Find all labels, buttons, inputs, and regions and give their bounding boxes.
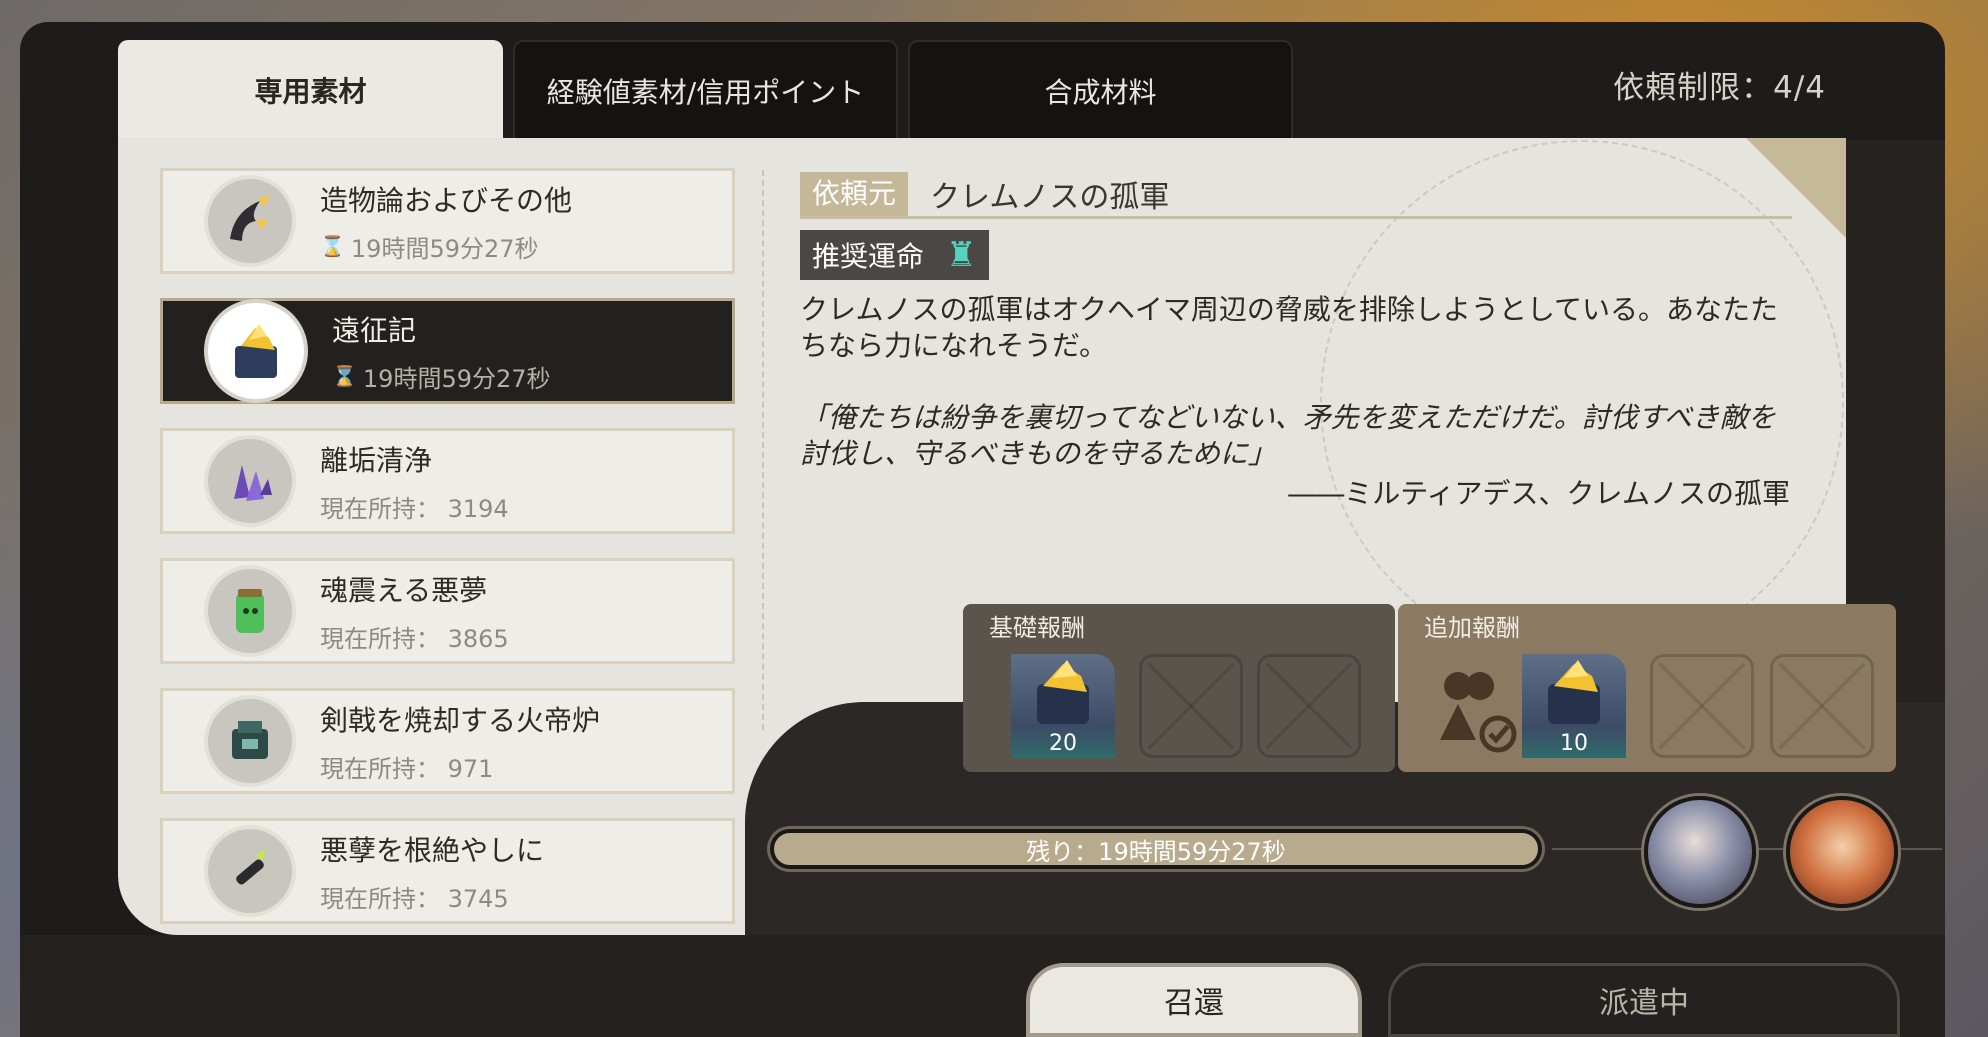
item-owned-count: 現在所持： 971	[320, 754, 494, 783]
recommended-path-badge: 推奨運命 ♜	[800, 230, 989, 280]
category-tabs: 専用素材 経験値素材/信用ポイント 合成材料	[118, 40, 1293, 140]
tab-exclusive-materials[interactable]: 専用素材	[118, 40, 503, 140]
item-name: 離垢清浄	[320, 443, 433, 477]
gold-ore-crate-icon	[1037, 660, 1089, 724]
recommended-path-label: 推奨運命	[812, 240, 925, 273]
base-reward-title: 基礎報酬	[989, 614, 1085, 642]
recall-button[interactable]: 召還	[1026, 963, 1362, 1037]
item-name: 剣戟を焼却する火帝炉	[320, 703, 601, 737]
extra-reward-title: 追加報酬	[1424, 614, 1520, 642]
assignment-list: 造物論およびその他 ⌛ 19時間59分27秒 遠征記 ⌛ 19時間59分27秒 離垢…	[160, 168, 735, 948]
empty-reward-slot	[1257, 654, 1361, 758]
list-item-assignment[interactable]: 悪孽を根絶やしに 現在所持： 3745	[160, 818, 735, 924]
silver-haired-character-avatar[interactable]	[1644, 796, 1756, 908]
purple-crystal-icon	[208, 439, 292, 523]
tab-exp-materials-credits[interactable]: 経験値素材/信用ポイント	[513, 40, 898, 140]
gold-ore-crate-icon	[208, 303, 304, 399]
friends-check-icon	[1420, 656, 1524, 760]
item-owned-count: 現在所持： 3194	[320, 494, 509, 523]
tab-synthesis-materials[interactable]: 合成材料	[908, 40, 1293, 140]
item-name: 悪孽を根絶やしに	[320, 833, 545, 867]
reward-item-slot[interactable]: 20	[1011, 654, 1115, 758]
remaining-time-bar: 残り：19時間59分27秒	[770, 829, 1542, 869]
teal-furnace-icon	[208, 699, 292, 783]
dispatching-button[interactable]: 派遣中	[1388, 963, 1900, 1037]
extra-reward-panel: 追加報酬 10	[1398, 604, 1896, 772]
list-item-assignment[interactable]: 魂震える悪夢 現在所持： 3865	[160, 558, 735, 664]
quote-author: ――ミルティアデス、クレムノスの孤軍	[1288, 477, 1790, 510]
green-canister-icon	[208, 569, 292, 653]
reward-count: 20	[1049, 731, 1077, 756]
item-name: 造物論およびその他	[320, 183, 573, 217]
empty-reward-slot	[1770, 654, 1874, 758]
item-time-remaining: ⌛ 19時間59分27秒	[332, 364, 551, 393]
item-name: 魂震える悪夢	[320, 573, 488, 607]
assignment-limit-text: 依頼制限：4/4	[1613, 70, 1826, 106]
requester-row: 依頼元 クレムノスの孤軍	[800, 172, 1792, 219]
orange-haired-character-avatar[interactable]	[1786, 796, 1898, 908]
list-item-assignment[interactable]: 剣戟を焼却する火帝炉 現在所持： 971	[160, 688, 735, 794]
reward-item-slot[interactable]: 10	[1522, 654, 1626, 758]
empty-reward-slot	[1650, 654, 1754, 758]
assignment-quote: 「俺たちは紛争を裏切ってなどいない、矛先を変えただけだ。討伐すべき敵を討伐し、守…	[800, 401, 1776, 470]
list-item-assignment[interactable]: 造物論およびその他 ⌛ 19時間59分27秒	[160, 168, 735, 274]
requester-label: 依頼元	[800, 172, 909, 216]
list-divider	[762, 170, 764, 730]
hourglass-icon: ⌛	[320, 234, 345, 258]
destruction-path-icon: ♜	[946, 235, 977, 275]
scroll-quill-icon	[208, 829, 292, 913]
item-owned-count: 現在所持： 3745	[320, 884, 509, 913]
item-time-remaining: ⌛ 19時間59分27秒	[320, 234, 539, 263]
requester-value: クレムノスの孤軍	[930, 180, 1170, 215]
gold-ore-crate-icon	[1548, 660, 1600, 724]
hourglass-icon: ⌛	[332, 364, 357, 388]
empty-reward-slot	[1139, 654, 1243, 758]
base-reward-panel: 基礎報酬 20	[963, 604, 1395, 772]
list-item-assignment[interactable]: 離垢清浄 現在所持： 3194	[160, 428, 735, 534]
list-item-assignment-selected[interactable]: 遠征記 ⌛ 19時間59分27秒	[160, 298, 735, 404]
item-name: 遠征記	[332, 313, 417, 347]
horn-crown-icon	[208, 179, 292, 263]
item-owned-count: 現在所持： 3865	[320, 624, 509, 653]
assignment-description: クレムノスの孤軍はオクヘイマ周辺の脅威を排除しようとしている。あなたたちなら力に…	[800, 293, 1779, 362]
reward-count: 10	[1560, 731, 1588, 756]
